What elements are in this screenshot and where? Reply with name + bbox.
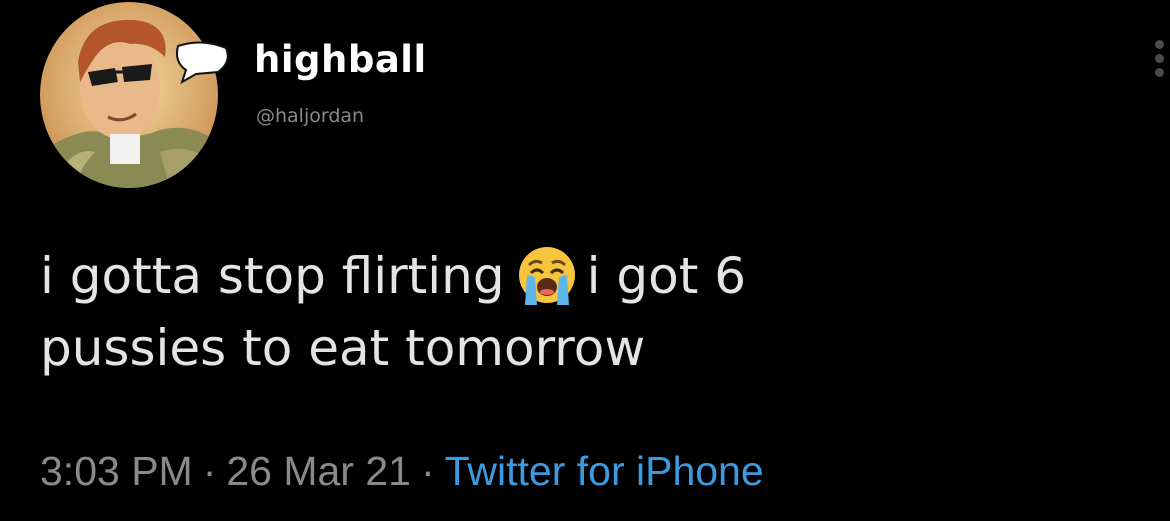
avatar[interactable]	[40, 2, 218, 188]
tweet-text: i gotta stop flirting i got 6 pussies to…	[40, 240, 1140, 384]
tweet-card: highball @haljordan i gotta stop flirtin…	[0, 0, 1170, 521]
speech-bubble-icon	[176, 41, 229, 84]
loudly-crying-face-icon	[518, 247, 575, 305]
meta-separator: ·	[202, 448, 217, 494]
user-handle[interactable]: @haljordan	[256, 105, 364, 127]
tweet-source-link[interactable]: Twitter for iPhone	[445, 448, 764, 494]
tweet-line-2: pussies to eat tomorrow	[40, 319, 646, 377]
display-name[interactable]: highball	[254, 38, 427, 81]
tweet-metadata: 3:03 PM · 26 Mar 21 · Twitter for iPhone	[40, 448, 764, 495]
tweet-text-segment: i gotta stop flirting	[40, 247, 505, 305]
meta-separator: ·	[420, 448, 435, 494]
more-options-icon[interactable]	[1152, 40, 1166, 84]
tweet-text-segment: i got 6	[586, 247, 747, 305]
tweet-time[interactable]: 3:03 PM	[40, 448, 193, 494]
tweet-line-1: i gotta stop flirting i got 6	[40, 240, 1140, 312]
tweet-date[interactable]: 26 Mar 21	[226, 448, 411, 494]
avatar-illustration	[40, 2, 218, 188]
